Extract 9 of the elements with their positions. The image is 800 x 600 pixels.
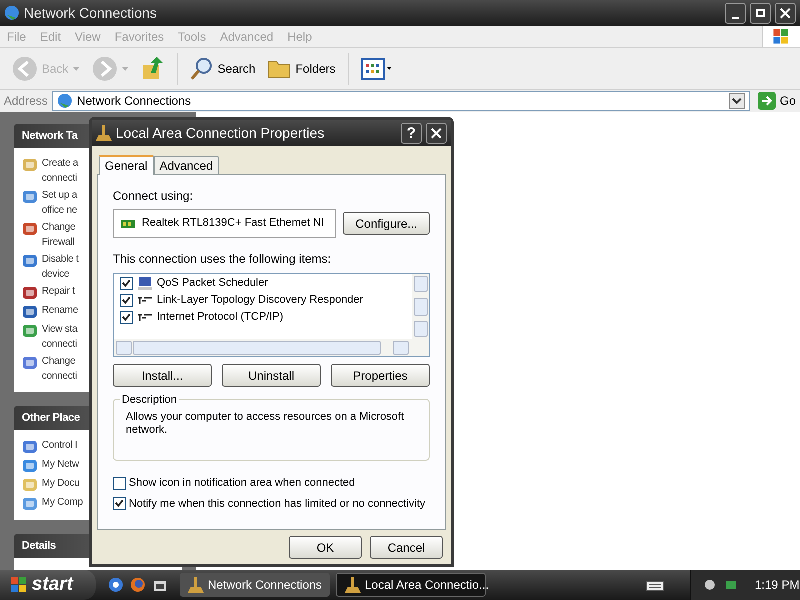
dialog-title: Local Area Connection Properties [116,124,326,143]
adapter-field: Realtek RTL8139C+ Fast Ethemet NI [113,209,336,238]
address-label: Address [4,93,48,110]
description-legend: Description [120,392,180,408]
items-label: This connection uses the following items: [113,251,332,268]
description-text: Allows your computer to access resources on a Microsoft network. [126,411,406,437]
connect-using-label: Connect using: [113,188,194,205]
clock: 1:19 PM [755,577,800,594]
window-title: Network Connections [24,4,158,22]
